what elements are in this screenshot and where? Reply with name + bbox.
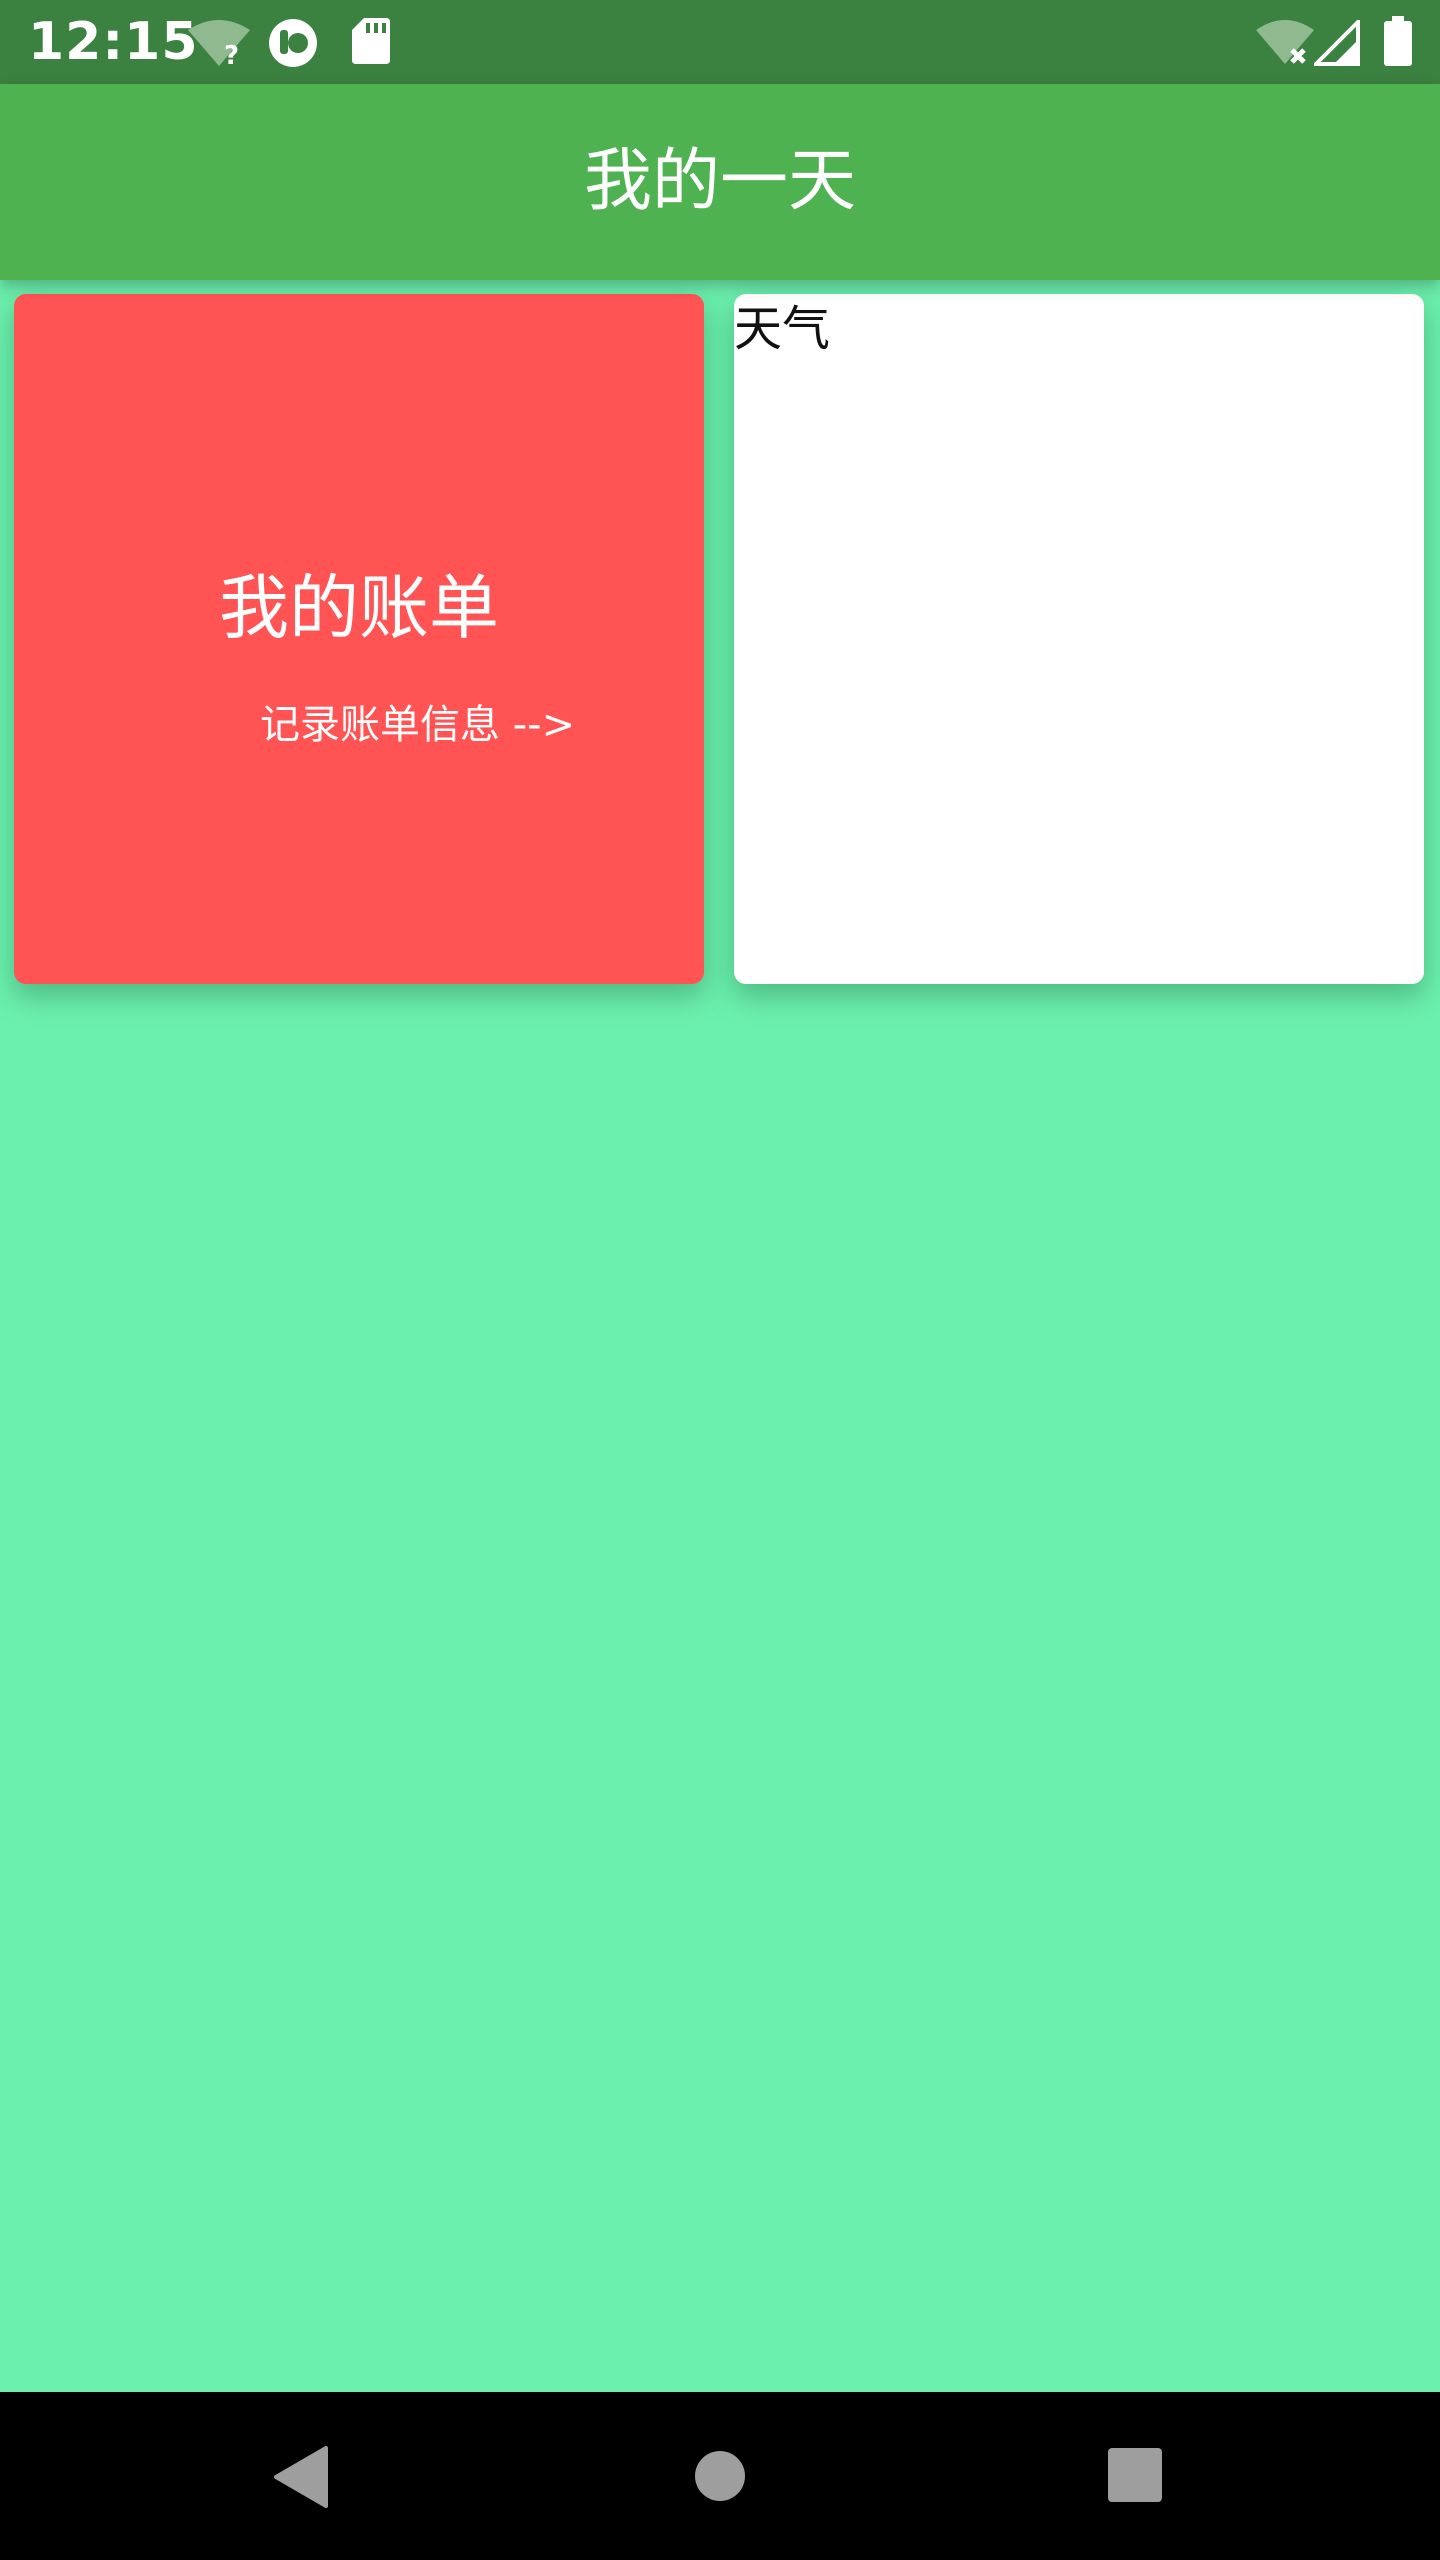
status-time: 12:15	[28, 12, 199, 72]
wifi-unknown-icon: ?	[188, 20, 250, 66]
navigation-bar	[0, 2392, 1440, 2560]
sd-card-icon	[352, 18, 390, 64]
screen: 12:15 ? 我的一天 我的账单 记录账单信息 --> 天气	[0, 0, 1440, 2560]
status-bar: 12:15 ?	[0, 0, 1440, 84]
weather-card[interactable]: 天气	[734, 294, 1424, 984]
home-icon[interactable]	[694, 2450, 746, 2502]
bill-card[interactable]: 我的账单 记录账单信息 -->	[14, 294, 704, 984]
bill-card-subtitle: 记录账单信息 -->	[260, 702, 576, 748]
page-title: 我的一天	[583, 142, 856, 221]
weather-card-label: 天气	[734, 301, 831, 357]
bill-card-title: 我的账单	[219, 567, 499, 649]
cell-signal-icon	[1314, 20, 1360, 66]
back-icon[interactable]	[272, 2446, 328, 2508]
app-notification-icon	[269, 19, 317, 67]
recents-icon[interactable]	[1108, 2448, 1162, 2502]
battery-icon	[1384, 16, 1412, 66]
svg-text:?: ?	[224, 41, 239, 66]
wifi-off-icon	[1256, 20, 1314, 64]
app-bar: 我的一天	[0, 84, 1440, 280]
